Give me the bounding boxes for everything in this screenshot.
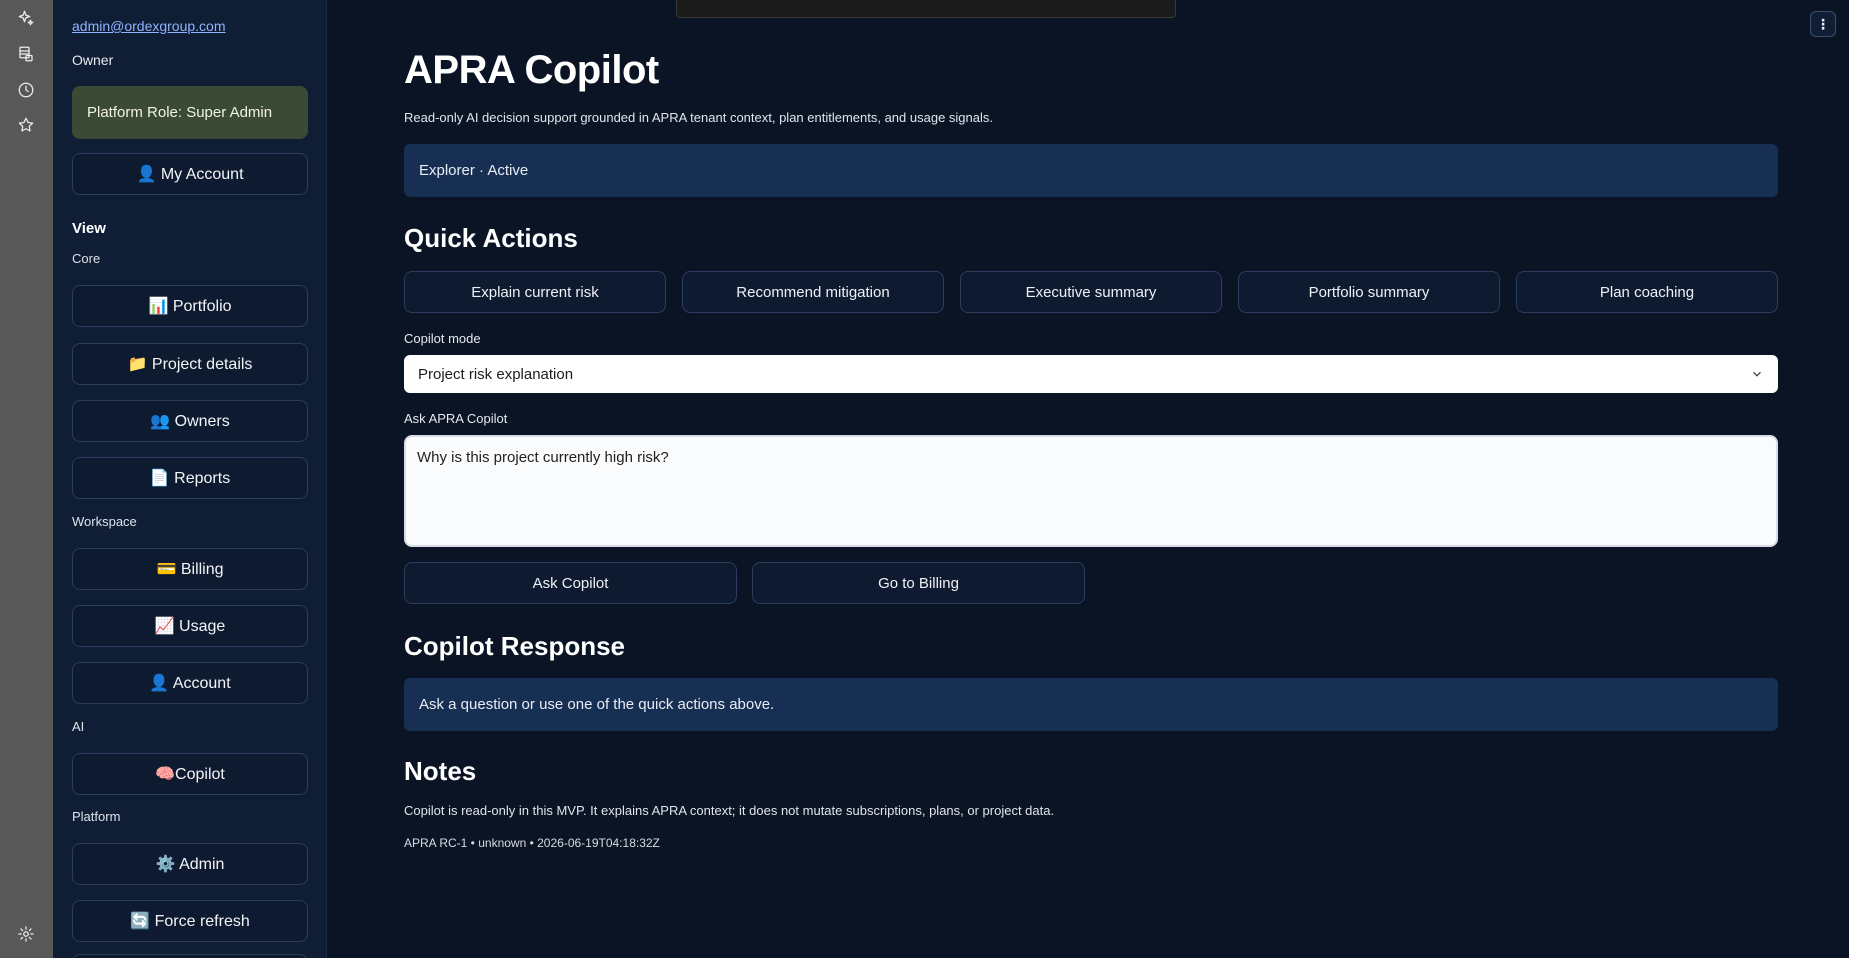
copilot-response-box: Ask a question or use one of the quick a… <box>404 678 1778 731</box>
sparkle-icon[interactable] <box>15 7 37 29</box>
executive-summary-button[interactable]: Executive summary <box>960 271 1222 313</box>
database-icon[interactable] <box>15 43 37 65</box>
user-role: Owner <box>72 52 114 68</box>
sidebar-item-project-details[interactable]: 📁 Project details <box>72 343 308 385</box>
sidebar-item-reports[interactable]: 📄 Reports <box>72 457 308 499</box>
ai-section-label: AI <box>72 719 85 734</box>
star-icon[interactable] <box>15 114 37 136</box>
sidebar-item-account[interactable]: 👤 Account <box>72 662 308 704</box>
ask-copilot-button[interactable]: Ask Copilot <box>404 562 737 604</box>
settings-icon[interactable] <box>15 923 37 945</box>
clock-icon[interactable] <box>15 79 37 101</box>
plan-status-box: Explorer · Active <box>404 144 1778 197</box>
notes-text: Copilot is read-only in this MVP. It exp… <box>404 803 1055 818</box>
copilot-response-heading: Copilot Response <box>404 631 626 661</box>
platform-role-badge: Platform Role: Super Admin <box>72 86 308 139</box>
sidebar: admin@ordexgroup.com Owner Platform Role… <box>53 0 327 958</box>
portfolio-summary-button[interactable]: Portfolio summary <box>1238 271 1500 313</box>
copilot-mode-label: Copilot mode <box>404 331 481 346</box>
sidebar-item-owners[interactable]: 👥 Owners <box>72 400 308 442</box>
core-section-label: Core <box>72 251 101 266</box>
platform-section-label: Platform <box>72 809 121 824</box>
vertical-dots-icon: ⋮ <box>1816 16 1830 32</box>
sidebar-item-admin[interactable]: ⚙️ Admin <box>72 843 308 885</box>
explain-risk-button[interactable]: Explain current risk <box>404 271 666 313</box>
plan-coaching-button[interactable]: Plan coaching <box>1516 271 1778 313</box>
icon-rail <box>0 0 53 958</box>
main-content: APRA Copilot Read-only AI decision suppo… <box>404 0 1778 958</box>
copilot-mode-select[interactable]: Project risk explanation <box>404 355 1778 393</box>
main-menu-button[interactable]: ⋮ <box>1810 11 1836 37</box>
ask-copilot-label: Ask APRA Copilot <box>404 411 508 426</box>
sidebar-item-copilot[interactable]: 🧠Copilot <box>72 753 308 795</box>
sidebar-item-partial[interactable] <box>72 954 308 958</box>
copilot-mode-value: Project risk explanation <box>418 365 574 383</box>
page-subtitle: Read-only AI decision support grounded i… <box>404 110 993 125</box>
sidebar-item-force-refresh[interactable]: 🔄 Force refresh <box>72 900 308 942</box>
sidebar-item-portfolio[interactable]: 📊 Portfolio <box>72 285 308 327</box>
version-footer: APRA RC-1 • unknown • 2026-06-19T04:18:3… <box>404 836 660 850</box>
workspace-section-label: Workspace <box>72 514 137 529</box>
sidebar-item-usage[interactable]: 📈 Usage <box>72 605 308 647</box>
quick-actions-heading: Quick Actions <box>404 223 578 253</box>
view-heading: View <box>72 220 106 237</box>
sidebar-item-billing[interactable]: 💳 Billing <box>72 548 308 590</box>
my-account-button[interactable]: 👤 My Account <box>72 153 308 195</box>
user-email-link[interactable]: admin@ordexgroup.com <box>72 18 226 34</box>
chevron-down-icon <box>1753 371 1761 377</box>
recommend-mitigation-button[interactable]: Recommend mitigation <box>682 271 944 313</box>
page-title: APRA Copilot <box>404 48 659 92</box>
ask-copilot-textarea[interactable]: Why is this project currently high risk? <box>404 435 1778 547</box>
notes-heading: Notes <box>404 756 477 786</box>
go-to-billing-button[interactable]: Go to Billing <box>752 562 1085 604</box>
